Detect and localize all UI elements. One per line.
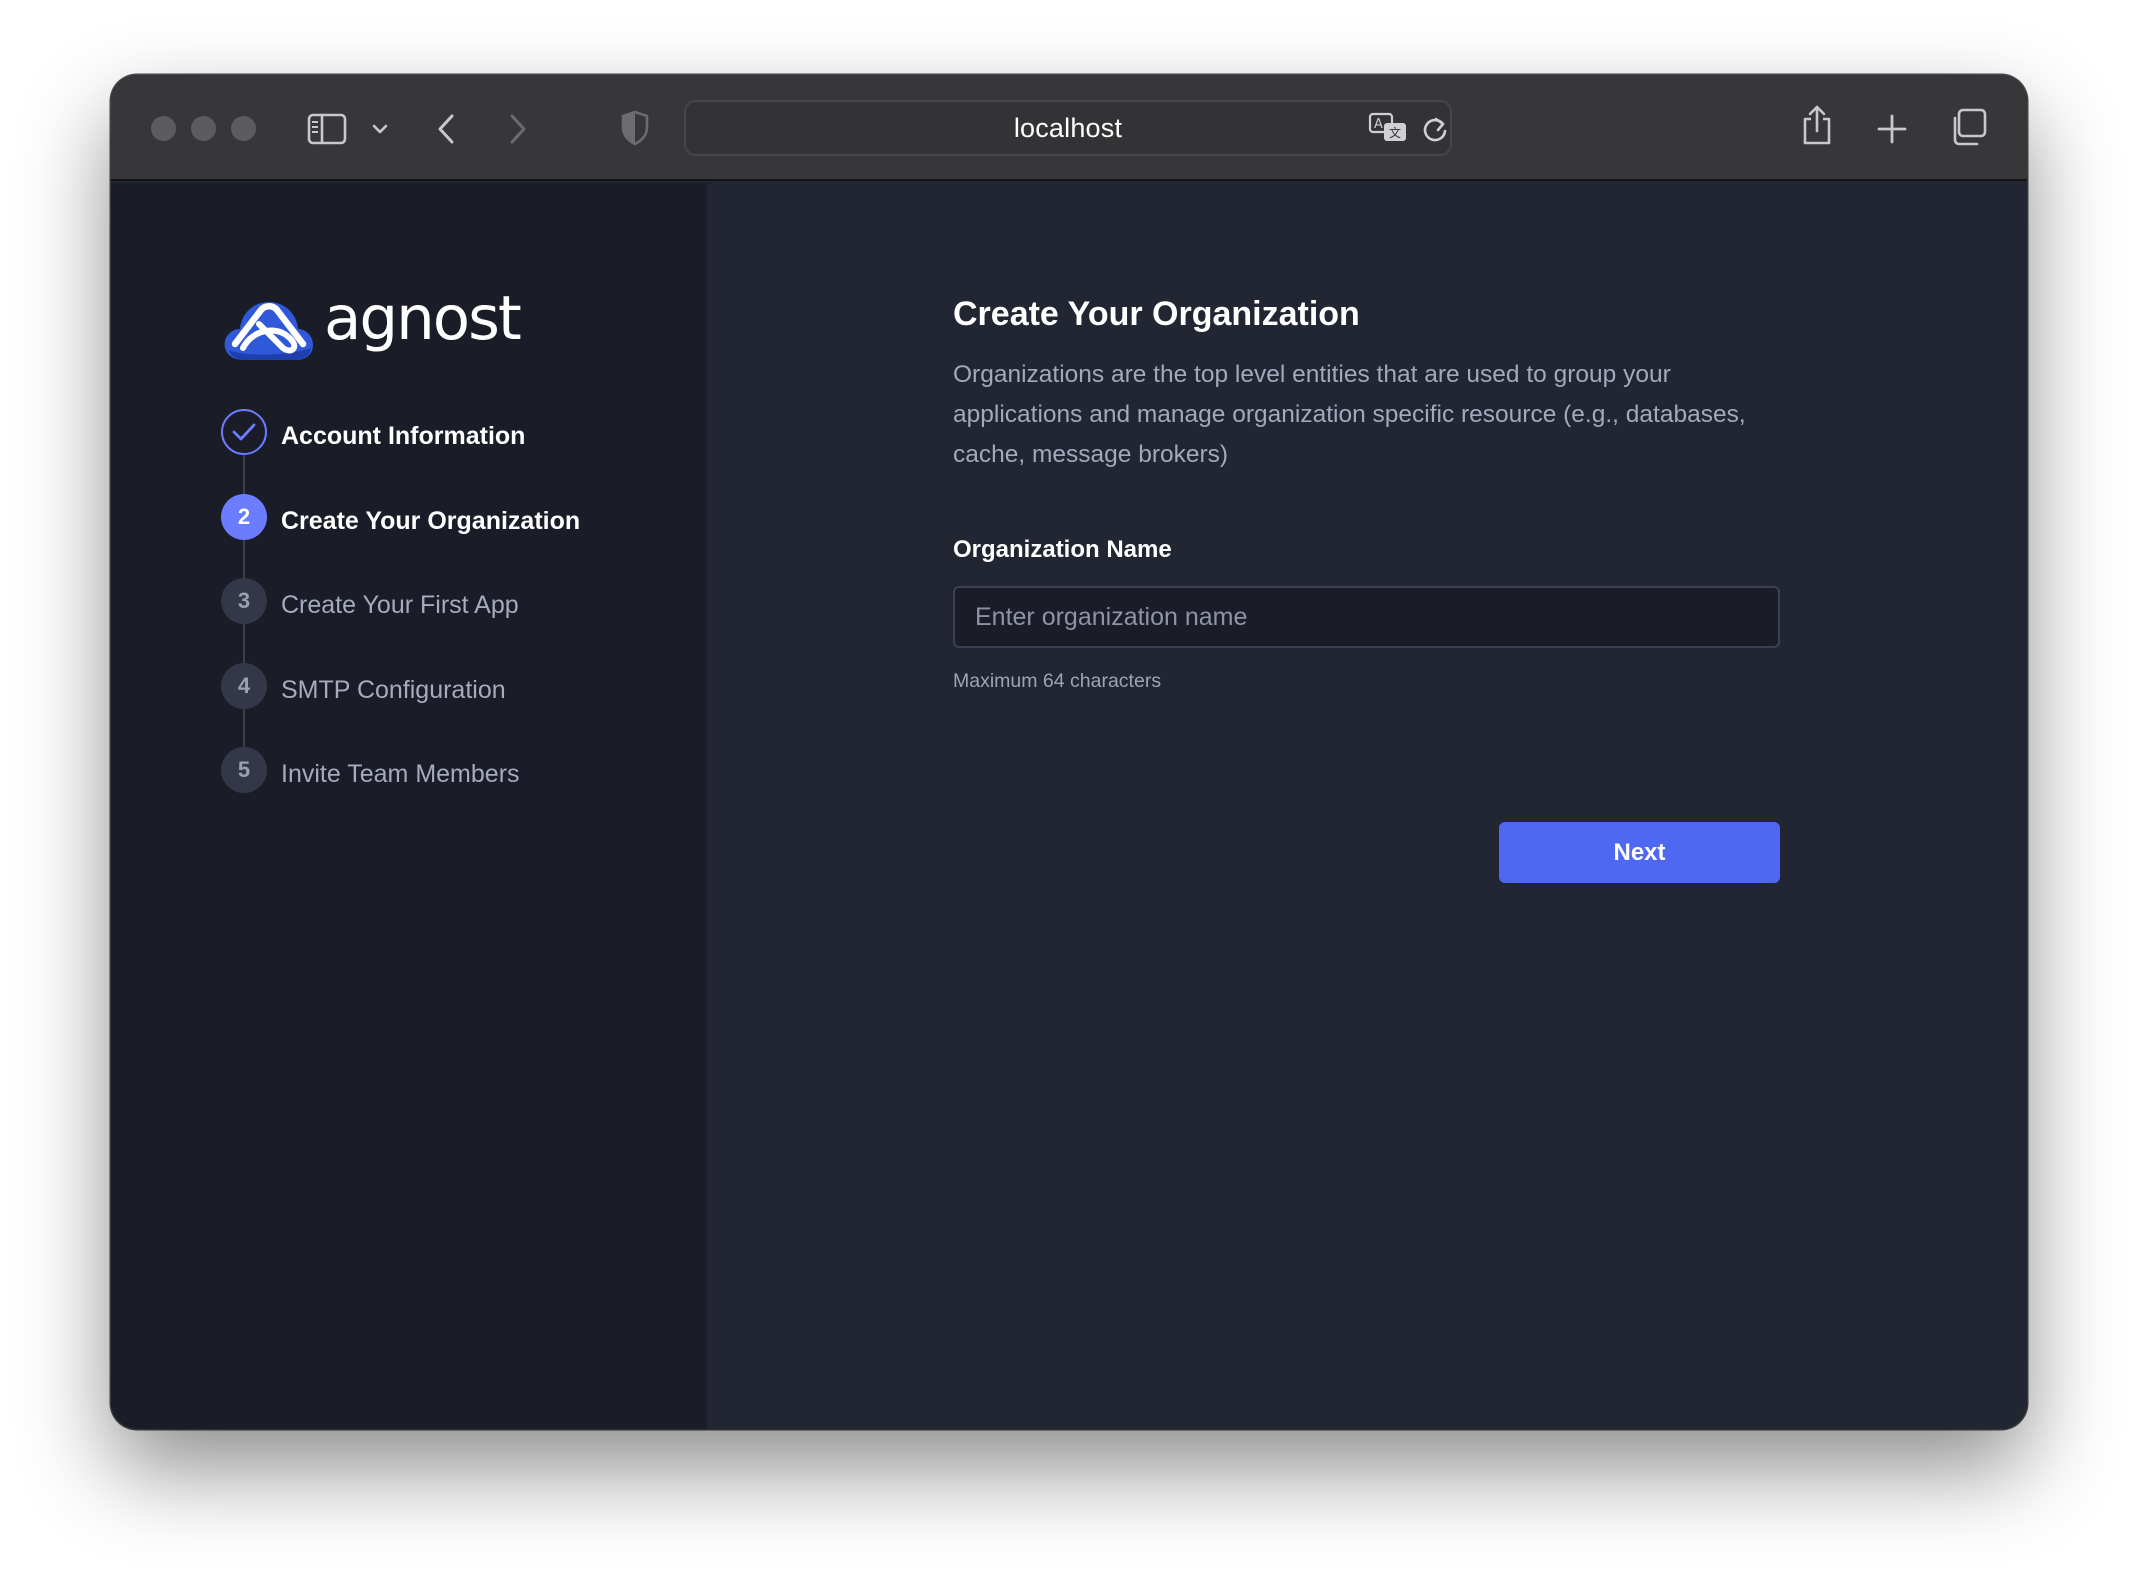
svg-text:文: 文 <box>1389 125 1401 140</box>
step-4-number: 4 <box>221 663 267 709</box>
organization-name-label: Organization Name <box>953 536 1172 563</box>
step-5-number: 5 <box>221 747 267 793</box>
step-2-label[interactable]: Create Your Organization <box>281 507 580 536</box>
translate-icon[interactable]: A 文 <box>1368 112 1408 144</box>
step-1-label[interactable]: Account Information <box>281 422 525 451</box>
organization-name-hint: Maximum 64 characters <box>953 670 1162 692</box>
sidebar-toggle-icon[interactable] <box>307 113 347 145</box>
minimize-window-button[interactable] <box>191 116 216 141</box>
browser-toolbar: localhost A 文 <box>111 75 2027 181</box>
back-arrow-icon[interactable] <box>435 112 459 146</box>
step-1-check-icon <box>221 409 267 455</box>
main-content: Create Your Organization Organizations a… <box>707 183 2027 1429</box>
page-description: Organizations are the top level entities… <box>953 361 1746 468</box>
reload-icon[interactable] <box>1421 114 1449 144</box>
browser-window: localhost A 文 agnost Account Information… <box>111 75 2027 1429</box>
forward-arrow-icon[interactable] <box>505 112 529 146</box>
tab-overview-icon[interactable] <box>1949 108 1987 146</box>
svg-text:A: A <box>1374 117 1383 132</box>
step-2-number: 2 <box>221 494 267 540</box>
onboarding-sidebar: agnost Account Information 2 Create Your… <box>111 183 707 1429</box>
address-bar[interactable]: localhost A 文 <box>684 100 1452 156</box>
organization-name-input[interactable] <box>953 586 1780 648</box>
zoom-window-button[interactable] <box>231 116 256 141</box>
close-window-button[interactable] <box>151 116 176 141</box>
step-3-label[interactable]: Create Your First App <box>281 591 519 620</box>
agnost-logo-icon <box>224 302 313 360</box>
next-button[interactable]: Next <box>1499 822 1780 883</box>
step-3-number: 3 <box>221 578 267 624</box>
step-5-label[interactable]: Invite Team Members <box>281 760 520 789</box>
step-4-label[interactable]: SMTP Configuration <box>281 676 506 705</box>
privacy-shield-icon[interactable] <box>620 109 650 147</box>
page-title: Create Your Organization <box>953 295 1360 333</box>
share-icon[interactable] <box>1801 103 1833 147</box>
chevron-down-icon[interactable] <box>371 122 389 136</box>
url-text: localhost <box>1013 113 1123 143</box>
agnost-wordmark: agnost <box>324 283 522 354</box>
new-tab-plus-icon[interactable] <box>1877 114 1907 144</box>
